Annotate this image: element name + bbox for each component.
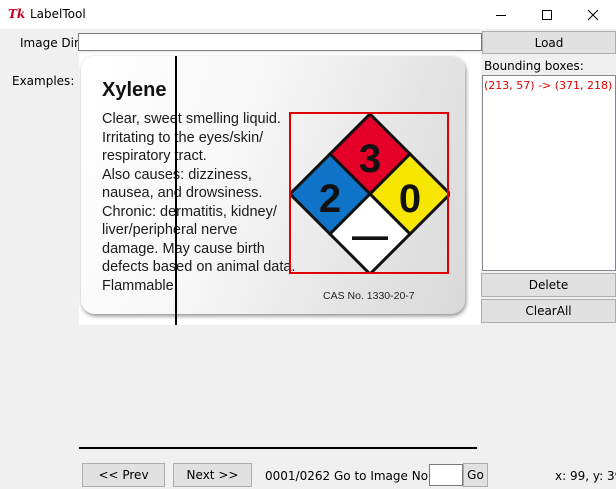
load-button[interactable]: Load bbox=[482, 31, 616, 54]
close-button[interactable] bbox=[570, 0, 616, 29]
cas-number: CAS No. 1330-20-7 bbox=[323, 290, 415, 302]
image-progress: 0001/0262 bbox=[265, 469, 331, 483]
bounding-boxes-label: Bounding boxes: bbox=[484, 59, 584, 73]
go-button[interactable]: Go bbox=[463, 463, 488, 487]
minimize-button[interactable] bbox=[478, 0, 524, 29]
list-item[interactable]: (213, 57) -> (371, 218) bbox=[484, 79, 612, 93]
bounding-box-list[interactable]: (213, 57) -> (371, 218) bbox=[482, 75, 616, 271]
hazard-description: Clear, sweet smelling liquid. Irritating… bbox=[102, 111, 296, 294]
image-dir-input[interactable] bbox=[78, 33, 482, 51]
examples-label: Examples: bbox=[12, 74, 75, 88]
clearall-button[interactable]: ClearAll bbox=[481, 299, 616, 323]
maximize-button[interactable] bbox=[524, 0, 570, 29]
maximize-icon bbox=[542, 9, 552, 20]
image-dir-label: Image Dir: bbox=[20, 36, 83, 50]
minimize-icon bbox=[496, 14, 506, 16]
cursor-coordinates: x: 99, y: 394 bbox=[555, 469, 616, 483]
next-button[interactable]: Next >> bbox=[173, 463, 252, 487]
crosshair-vertical-line bbox=[175, 56, 177, 325]
window-title: LabelTool bbox=[30, 7, 86, 21]
close-icon bbox=[587, 9, 599, 20]
prev-button[interactable]: << Prev bbox=[82, 463, 165, 487]
crosshair-horizontal-line bbox=[79, 447, 477, 449]
delete-button[interactable]: Delete bbox=[481, 273, 616, 297]
tk-feather-icon: Tk bbox=[8, 7, 26, 21]
chemical-name: Xylene bbox=[102, 79, 167, 101]
image-canvas[interactable]: Xylene Clear, sweet smelling liquid. Irr… bbox=[79, 53, 481, 325]
goto-image-input[interactable] bbox=[429, 464, 463, 486]
bounding-box-rect[interactable] bbox=[289, 112, 449, 274]
title-bar: Tk LabelTool bbox=[0, 0, 616, 29]
goto-label: Go to Image No. bbox=[334, 469, 432, 483]
